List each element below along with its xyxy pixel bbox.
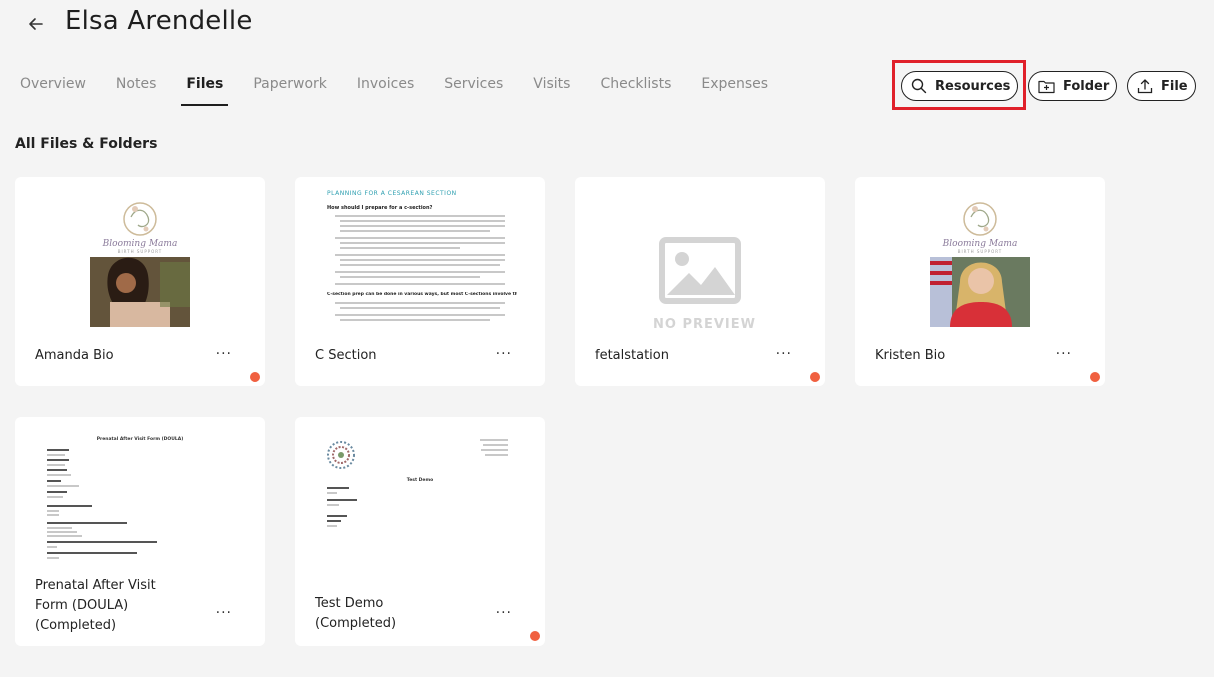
file-card-test-demo[interactable]: Test Demo Test Demo (Completed) ··· — [295, 417, 545, 646]
resources-label: Resources — [935, 78, 1011, 94]
thumbnail: Test Demo — [295, 417, 545, 567]
file-name-line: (Completed) — [315, 616, 397, 631]
folder-label: Folder — [1063, 78, 1110, 94]
tab-bar: Overview Notes Files Paperwork Invoices … — [20, 72, 798, 106]
doc-logo-icon — [327, 441, 355, 469]
file-name: Kristen Bio — [875, 348, 946, 363]
thumbnail: Prenatal After Visit Form (DOULA) — [15, 417, 265, 567]
file-name-line: Prenatal After Visit — [35, 578, 156, 593]
search-icon — [911, 78, 927, 94]
tab-expenses[interactable]: Expenses — [701, 72, 768, 106]
section-title: All Files & Folders — [15, 136, 158, 152]
file-name: Test Demo (Completed) — [315, 594, 396, 634]
tab-paperwork[interactable]: Paperwork — [253, 72, 327, 106]
tab-services[interactable]: Services — [444, 72, 503, 106]
doc-heading-2: C-section prep can be done in various wa… — [327, 292, 517, 297]
folder-plus-icon — [1038, 80, 1055, 93]
tab-notes[interactable]: Notes — [116, 72, 156, 106]
file-name: Amanda Bio — [35, 348, 114, 363]
more-options-icon[interactable]: ··· — [216, 346, 232, 362]
file-name: Prenatal After Visit Form (DOULA) (Compl… — [35, 576, 156, 636]
status-dot — [530, 631, 540, 641]
status-dot — [810, 372, 820, 382]
page-title: Elsa Arendelle — [65, 6, 253, 36]
file-card-c-section[interactable]: PLANNING FOR A CESAREAN SECTION How shou… — [295, 177, 545, 386]
file-name-line: Form (DOULA) — [35, 598, 129, 613]
no-preview-text: NO PREVIEW — [653, 317, 756, 332]
logo-text: Blooming Mama — [102, 239, 178, 249]
back-arrow-icon[interactable] — [22, 10, 50, 38]
file-label: File — [1161, 78, 1188, 94]
file-name-line: Test Demo — [315, 596, 384, 611]
no-preview-image-icon — [659, 237, 741, 304]
more-options-icon[interactable]: ··· — [776, 346, 792, 362]
logo-subtext: BIRTH SUPPORT — [957, 249, 1003, 254]
status-dot — [1090, 372, 1100, 382]
file-name: fetalstation — [595, 348, 669, 363]
tab-checklists[interactable]: Checklists — [600, 72, 671, 106]
more-options-icon[interactable]: ··· — [1056, 346, 1072, 362]
thumbnail: Blooming Mama BIRTH SUPPORT — [855, 177, 1105, 337]
thumbnail: NO PREVIEW — [575, 177, 825, 337]
status-dot — [250, 372, 260, 382]
doc-title: Test Demo — [406, 478, 434, 483]
thumbnail: Blooming Mama BIRTH SUPPORT — [15, 177, 265, 337]
tab-files[interactable]: Files — [181, 72, 229, 106]
file-name: C Section — [315, 348, 377, 363]
file-card-amanda-bio[interactable]: Blooming Mama BIRTH SUPPORT Amanda Bio ·… — [15, 177, 265, 386]
logo-subtext: BIRTH SUPPORT — [117, 249, 163, 254]
tab-overview[interactable]: Overview — [20, 72, 86, 106]
doc-title: Prenatal After Visit Form (DOULA) — [96, 437, 184, 442]
logo-text: Blooming Mama — [942, 239, 1018, 249]
file-card-kristen-bio[interactable]: Blooming Mama BIRTH SUPPORT Kristen Bio … — [855, 177, 1105, 386]
doc-title: PLANNING FOR A CESAREAN SECTION — [327, 190, 457, 197]
file-card-fetalstation[interactable]: NO PREVIEW fetalstation ··· — [575, 177, 825, 386]
more-options-icon[interactable]: ··· — [216, 605, 232, 621]
more-options-icon[interactable]: ··· — [496, 346, 512, 362]
upload-file-button[interactable]: File — [1127, 71, 1196, 101]
resources-button[interactable]: Resources — [901, 71, 1018, 101]
tab-visits[interactable]: Visits — [533, 72, 570, 106]
thumbnail: PLANNING FOR A CESAREAN SECTION How shou… — [295, 177, 545, 337]
upload-icon — [1137, 79, 1153, 94]
add-folder-button[interactable]: Folder — [1028, 71, 1117, 101]
file-name-line: (Completed) — [35, 618, 117, 633]
tab-invoices[interactable]: Invoices — [357, 72, 414, 106]
file-card-prenatal-after-visit-form[interactable]: Prenatal After Visit Form (DOULA) Prenat… — [15, 417, 265, 646]
doc-heading: How should I prepare for a c-section? — [327, 205, 433, 211]
more-options-icon[interactable]: ··· — [496, 605, 512, 621]
